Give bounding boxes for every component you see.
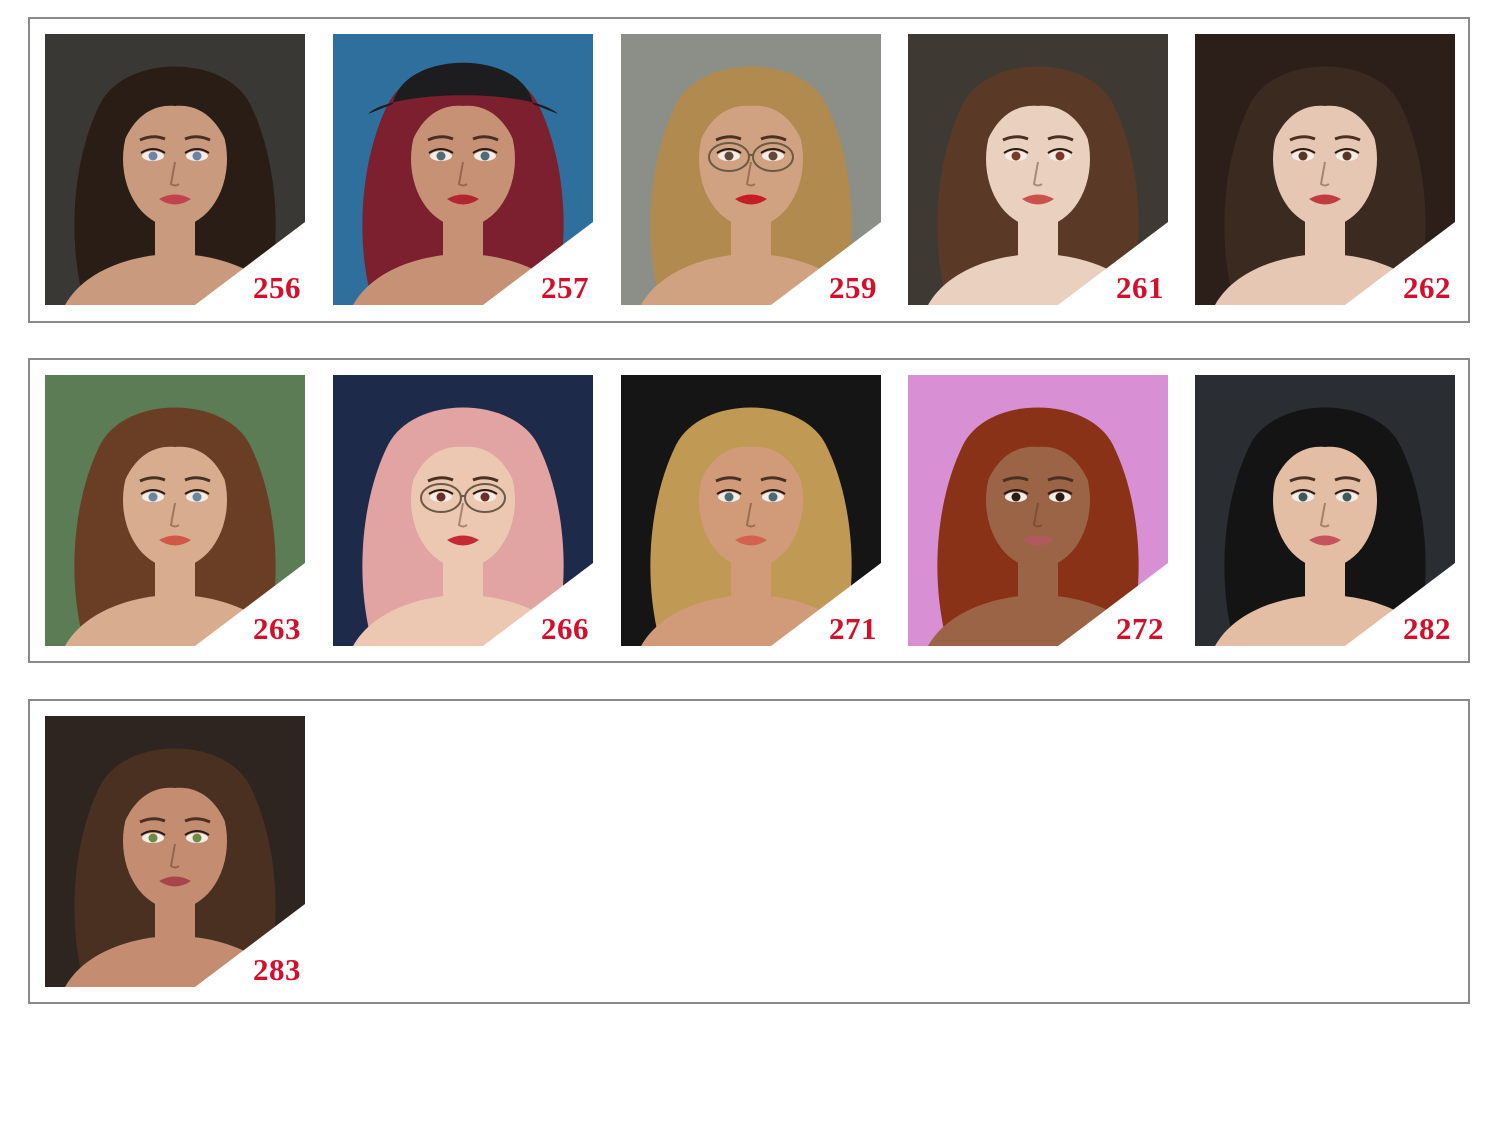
label-corner <box>195 222 305 305</box>
label-corner <box>195 904 305 987</box>
label-corner <box>483 563 593 646</box>
head-tile-262[interactable]: 262 <box>1195 34 1455 305</box>
head-tile-259[interactable]: 259 <box>621 34 881 305</box>
label-corner <box>1058 222 1168 305</box>
head-number-label: 271 <box>829 611 877 646</box>
head-number-label: 262 <box>1403 270 1451 305</box>
label-corner <box>1058 563 1168 646</box>
head-tile-266[interactable]: 266 <box>333 375 593 646</box>
gallery-row-3: 283 <box>28 699 1470 1004</box>
head-tile-282[interactable]: 282 <box>1195 375 1455 646</box>
head-number-label: 272 <box>1116 611 1164 646</box>
head-number-label: 282 <box>1403 611 1451 646</box>
head-number-label: 263 <box>253 611 301 646</box>
head-number-label: 261 <box>1116 270 1164 305</box>
head-tile-256[interactable]: 256 <box>45 34 305 305</box>
head-tile-263[interactable]: 263 <box>45 375 305 646</box>
head-number-label: 259 <box>829 270 877 305</box>
head-tile-272[interactable]: 272 <box>908 375 1168 646</box>
gallery-row-1: 256 257 259 261 262 <box>28 17 1470 323</box>
label-corner <box>483 222 593 305</box>
head-tile-261[interactable]: 261 <box>908 34 1168 305</box>
label-corner <box>195 563 305 646</box>
label-corner <box>771 563 881 646</box>
label-corner <box>1345 222 1455 305</box>
label-corner <box>771 222 881 305</box>
label-corner <box>1345 563 1455 646</box>
head-tile-283[interactable]: 283 <box>45 716 305 987</box>
head-tile-271[interactable]: 271 <box>621 375 881 646</box>
head-number-label: 256 <box>253 270 301 305</box>
head-number-label: 283 <box>253 952 301 987</box>
head-number-label: 266 <box>541 611 589 646</box>
head-number-label: 257 <box>541 270 589 305</box>
head-tile-257[interactable]: 257 <box>333 34 593 305</box>
gallery-row-2: 263 266 271 272 282 <box>28 358 1470 663</box>
